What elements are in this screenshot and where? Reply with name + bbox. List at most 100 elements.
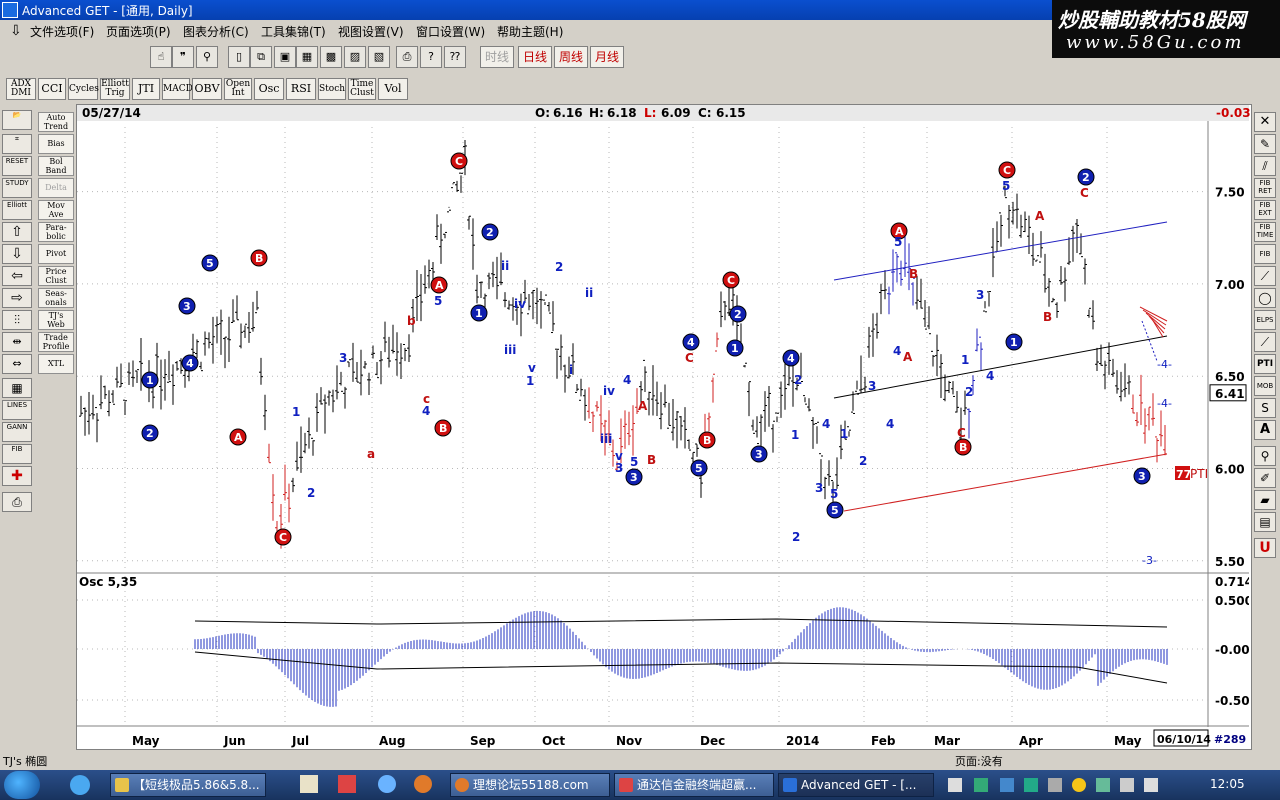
elliott-tool[interactable]: Elliott: [2, 200, 32, 220]
cross-icon[interactable]: ✚: [2, 466, 32, 486]
start-button[interactable]: [4, 771, 40, 799]
pin-icon-4[interactable]: [414, 775, 432, 793]
menu-tools[interactable]: 工具集锦(T): [261, 23, 326, 40]
price-panel[interactable]: [77, 121, 1249, 572]
expand-icon[interactable]: ⇹: [2, 332, 32, 352]
study-mov-ave[interactable]: Mov Ave: [38, 200, 74, 220]
tray-icon-5[interactable]: [1048, 778, 1062, 792]
left-arrow-icon[interactable]: ⇦: [2, 266, 32, 286]
ie-icon[interactable]: [70, 775, 90, 795]
price-chart[interactable]: May Jun Jul Aug Sep Oct Nov Dec 2014 Feb Mar Apr May…: [77, 121, 1249, 749]
study-rsi[interactable]: RSI: [286, 78, 316, 100]
circle-icon[interactable]: ◯: [1254, 288, 1276, 308]
study-elliott-trig[interactable]: Elliott Trig: [100, 78, 130, 100]
study-auto-trend[interactable]: Auto Trend: [38, 112, 74, 132]
tray-icon-2[interactable]: [974, 778, 988, 792]
lines-icon[interactable]: ⫽: [1254, 156, 1276, 176]
tray-icon-7[interactable]: [1096, 778, 1110, 792]
tray-icon-6[interactable]: [1072, 778, 1086, 792]
lines-tool[interactable]: LINES: [2, 400, 32, 420]
fib-ext-tool[interactable]: FIB EXT: [1254, 200, 1276, 220]
study-osc[interactable]: Osc: [254, 78, 284, 100]
table-icon[interactable]: ▤: [1254, 512, 1276, 532]
task-tdx[interactable]: 通达信金融终端超赢...: [614, 773, 774, 797]
menu-chart[interactable]: 图表分析(C): [183, 23, 249, 40]
context-help-icon[interactable]: ⁇: [444, 46, 466, 68]
tray-icon-1[interactable]: [948, 778, 962, 792]
grid-icon-left[interactable]: ▦: [2, 378, 32, 398]
study-price-clust[interactable]: Price Clust: [38, 266, 74, 286]
period-monthly[interactable]: 月线: [590, 46, 624, 68]
pin-icon-2[interactable]: [338, 775, 356, 793]
diag-icon[interactable]: ⟋: [1254, 332, 1276, 352]
menu-pin-icon[interactable]: ⇩: [10, 23, 22, 39]
study-seasonals[interactable]: Seas-onals: [38, 288, 74, 308]
menu-help[interactable]: 帮助主题(H): [497, 23, 563, 40]
study-vol[interactable]: Vol: [378, 78, 408, 100]
pti-tool[interactable]: PTI: [1254, 354, 1276, 374]
study-delta[interactable]: Delta: [38, 178, 74, 198]
menu-view[interactable]: 视图设置(V): [338, 23, 404, 40]
quote-icon[interactable]: ❞: [172, 46, 194, 68]
study-time-clust[interactable]: Time Clust: [348, 78, 376, 100]
task-advanced-get[interactable]: Advanced GET - [...: [778, 773, 934, 797]
pin-icon-1[interactable]: [300, 775, 318, 793]
tray-icon-8[interactable]: [1120, 778, 1134, 792]
right-arrow-icon[interactable]: ⇨: [2, 288, 32, 308]
task-forum[interactable]: 理想论坛55188.com: [450, 773, 610, 797]
zoom-icon[interactable]: ⚲: [196, 46, 218, 68]
mob-tool[interactable]: MOB: [1254, 376, 1276, 396]
study-bias[interactable]: Bias: [38, 134, 74, 154]
bars-icon[interactable]: ⫶⫶: [2, 310, 32, 330]
gann-tool[interactable]: GANN: [2, 422, 32, 442]
eraser-icon[interactable]: ▰: [1254, 490, 1276, 510]
study-open-int[interactable]: Open Int: [224, 78, 252, 100]
tray-icon-4[interactable]: [1024, 778, 1038, 792]
period-weekly[interactable]: 周线: [554, 46, 588, 68]
compress-icon[interactable]: ⇔: [2, 354, 32, 374]
tool4-icon[interactable]: ▧: [368, 46, 390, 68]
pencil-icon[interactable]: ✎: [1254, 134, 1276, 154]
open-icon[interactable]: 📂: [2, 110, 32, 130]
menu-window[interactable]: 窗口设置(W): [416, 23, 485, 40]
study-bol-band[interactable]: Bol Band: [38, 156, 74, 176]
period-hourly[interactable]: 时线: [480, 46, 514, 68]
reset-tool[interactable]: RESET: [2, 156, 32, 176]
study-tjs-web[interactable]: TJ's Web: [38, 310, 74, 330]
up-arrow-icon[interactable]: ⇧: [2, 222, 32, 242]
pin-icon-3[interactable]: [378, 775, 396, 793]
fib-tool[interactable]: FIB: [2, 444, 32, 464]
down-arrow-icon[interactable]: ⇩: [2, 244, 32, 264]
paint-icon[interactable]: ✐: [1254, 468, 1276, 488]
study-trade-profile[interactable]: Trade Profile: [38, 332, 74, 352]
fib-tool-right[interactable]: FIB: [1254, 244, 1276, 264]
s-tool[interactable]: S: [1254, 398, 1276, 418]
menu-page[interactable]: 页面选项(P): [106, 23, 171, 40]
print-icon[interactable]: ⎙: [396, 46, 418, 68]
print-icon-left[interactable]: ⎙: [2, 492, 32, 512]
study-xtl[interactable]: XTL: [38, 354, 74, 374]
pointer-icon[interactable]: ☝: [150, 46, 172, 68]
task-app1[interactable]: 【短线极品5.86&5.8...: [110, 773, 266, 797]
fan-icon[interactable]: ⟋: [1254, 266, 1276, 286]
period-daily[interactable]: 日线: [518, 46, 552, 68]
tray-icon-9[interactable]: [1144, 778, 1158, 792]
study-tool[interactable]: STUDY: [2, 178, 32, 198]
fib-ret-tool[interactable]: FIB RET: [1254, 178, 1276, 198]
study-macd[interactable]: MACD: [162, 78, 193, 100]
grid-icon[interactable]: ▦: [296, 46, 318, 68]
study-parabolic[interactable]: Para-bolic: [38, 222, 74, 242]
tool3-icon[interactable]: ▨: [344, 46, 366, 68]
study-cycles[interactable]: Cycles: [68, 78, 99, 100]
auto-trend-tool[interactable]: ⌗: [2, 134, 32, 154]
u-tool[interactable]: U: [1254, 538, 1276, 558]
tool2-icon[interactable]: ▩: [320, 46, 342, 68]
study-pivot[interactable]: Pivot: [38, 244, 74, 264]
study-obv[interactable]: OBV: [192, 78, 222, 100]
fib-time-tool[interactable]: FIB TIME: [1254, 222, 1276, 242]
menu-file[interactable]: 文件选项(F): [30, 23, 94, 40]
elps-tool[interactable]: ELPS: [1254, 310, 1276, 330]
study-jti[interactable]: JTI: [132, 78, 160, 100]
page-icon[interactable]: ▯: [228, 46, 250, 68]
tray-icon-3[interactable]: [1000, 778, 1014, 792]
